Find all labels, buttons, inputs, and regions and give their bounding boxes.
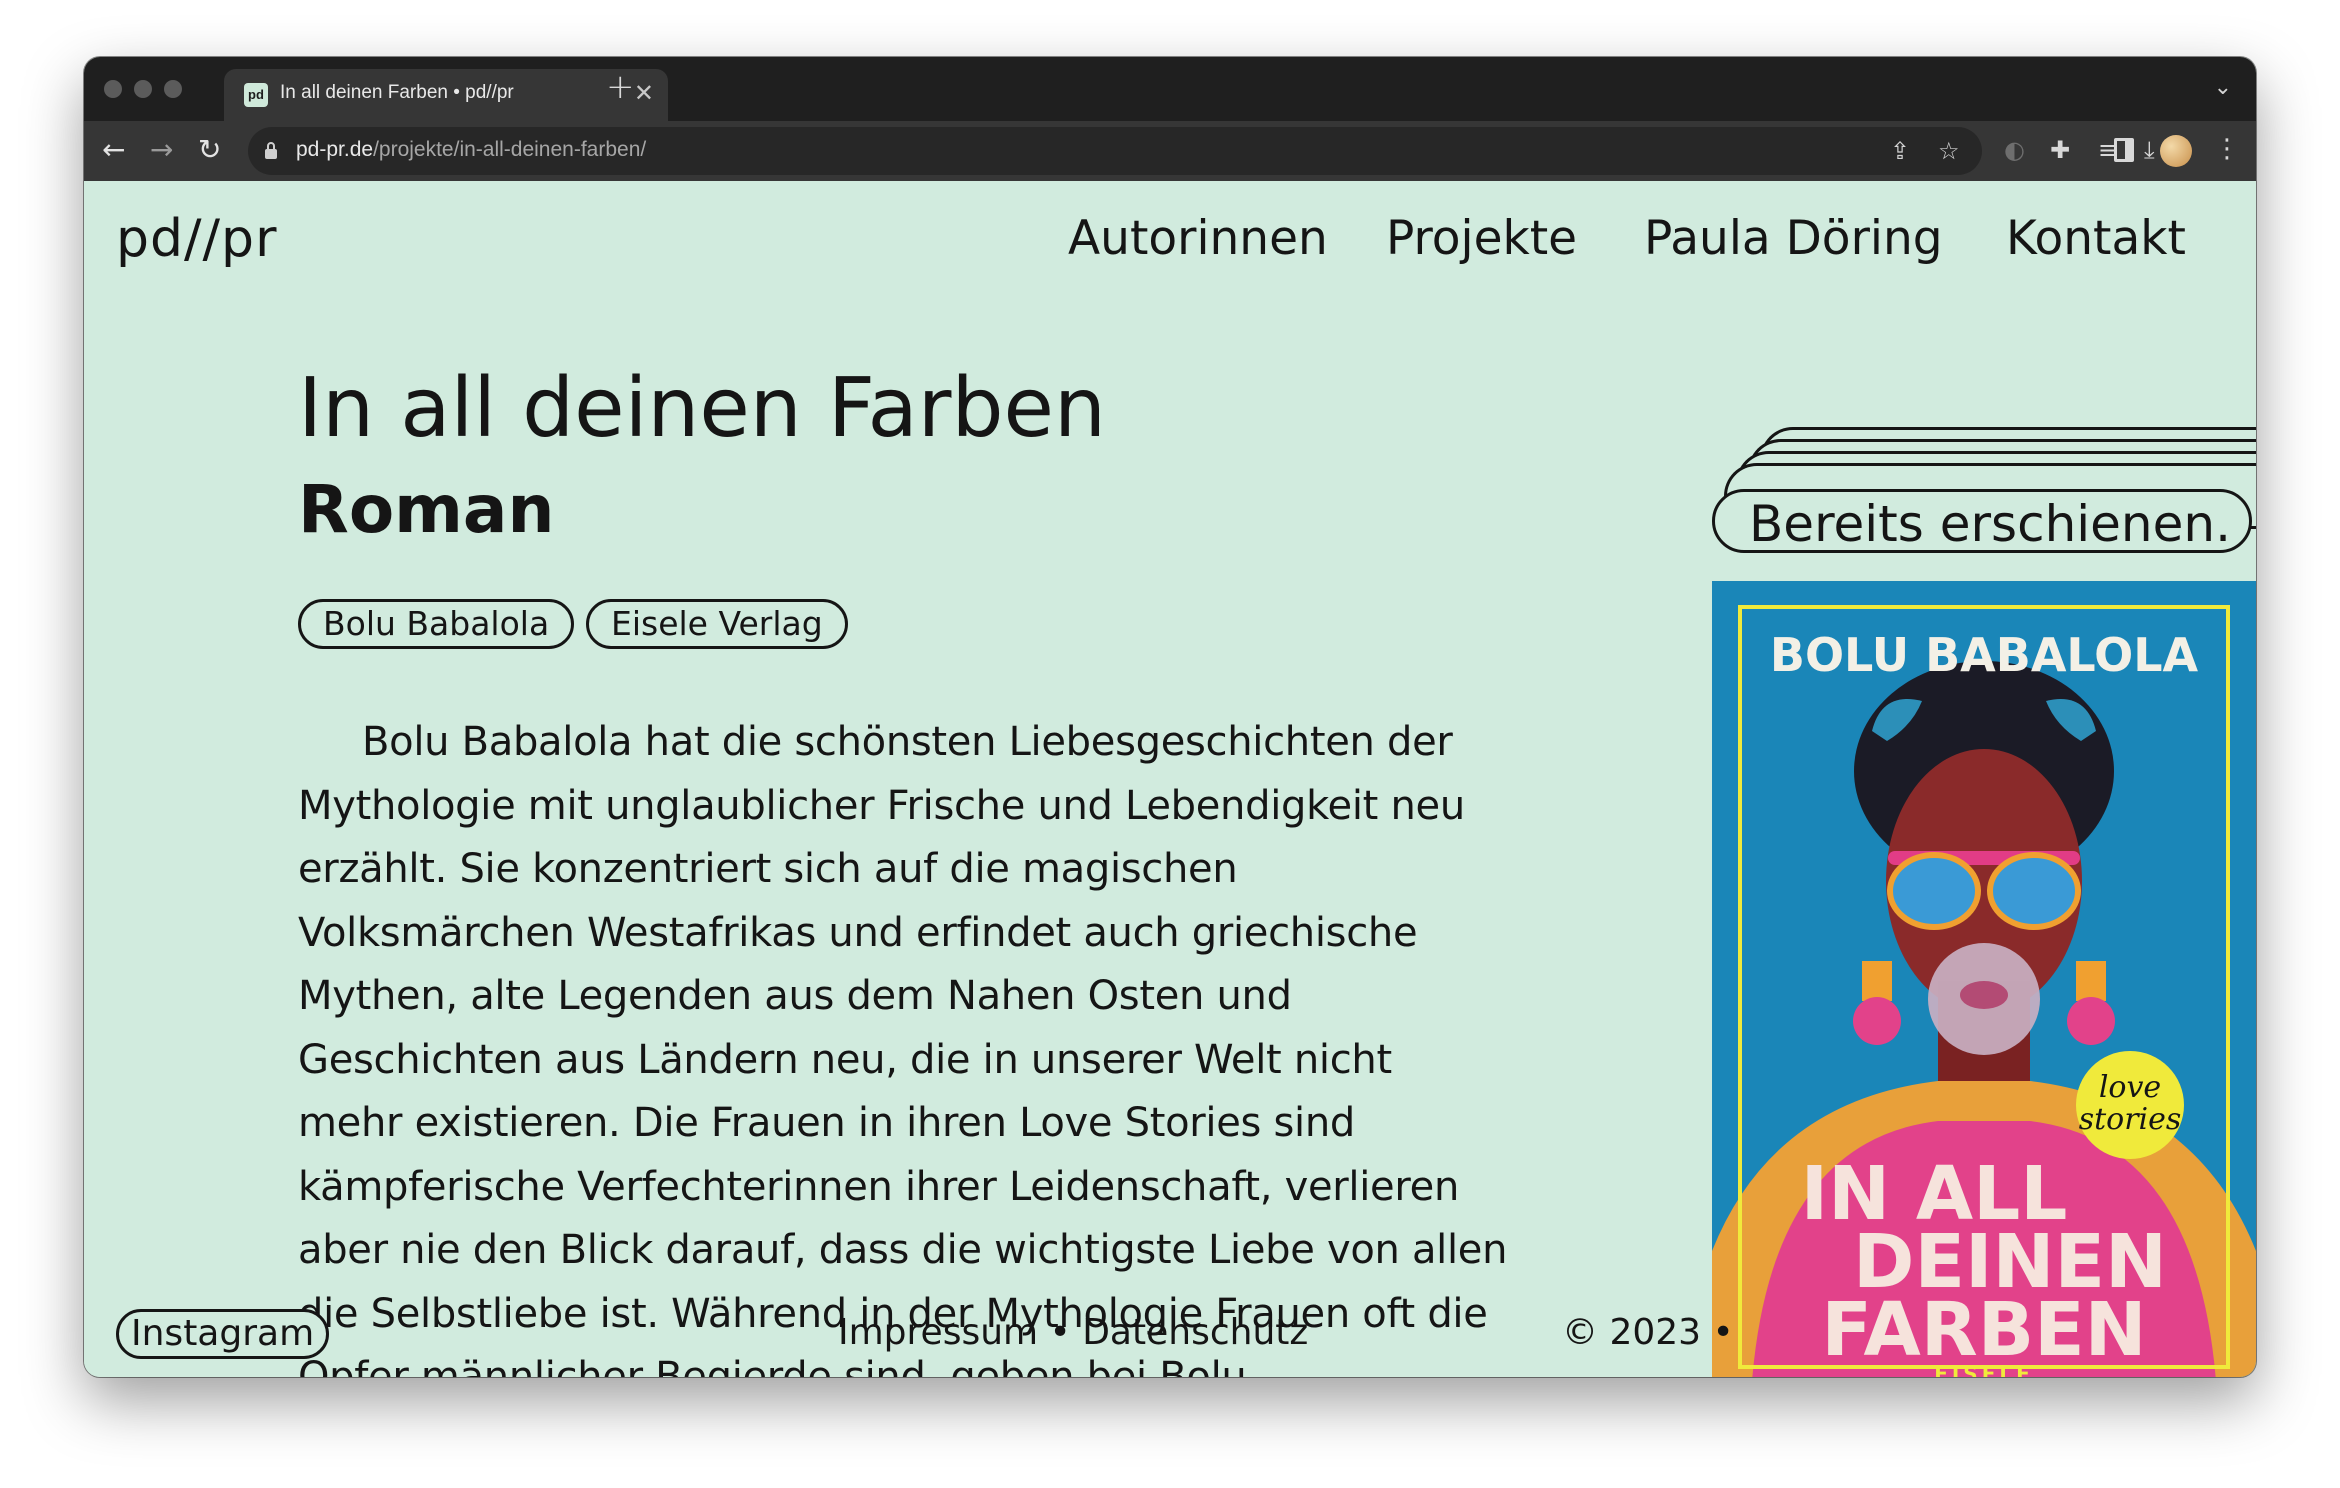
cover-sticker-line-2: stories: [2079, 1102, 2182, 1137]
nav-kontakt[interactable]: Kontakt: [2006, 211, 2186, 266]
tab-search-chevron-icon[interactable]: ⌄: [2214, 75, 2232, 100]
back-icon[interactable]: ←: [102, 133, 125, 167]
browser-window: pd In all deinen Farben • pd//pr ✕ + ⌄ ←…: [84, 57, 2256, 1377]
browser-toolbar: ← → ↻ pd-pr.de/projekte/in-all-deinen-fa…: [84, 121, 2256, 181]
page-content: pd//pr Autorinnen Projekte Paula Döring …: [84, 181, 2256, 1377]
star-icon[interactable]: ☆: [1938, 137, 1960, 165]
nav-paula-doering[interactable]: Paula Döring: [1644, 211, 1943, 266]
tab-bar: pd In all deinen Farben • pd//pr ✕ + ⌄: [84, 57, 2256, 121]
tab-close-icon[interactable]: ✕: [634, 79, 654, 107]
url-host: pd-pr.de: [296, 138, 374, 161]
cover-sticker-line-1: love: [2099, 1070, 2161, 1105]
tag-author[interactable]: Bolu Babalola: [298, 599, 575, 649]
reload-icon[interactable]: ↻: [198, 133, 221, 167]
minimize-window-dot[interactable]: [134, 80, 152, 98]
lock-icon[interactable]: [264, 141, 278, 160]
footer-copyright: © 2023 •: [1562, 1312, 1734, 1353]
zoom-window-dot[interactable]: [164, 80, 182, 98]
cover-publisher: EISELE: [1934, 1362, 2034, 1377]
close-window-dot[interactable]: [104, 80, 122, 98]
sidepanel-icon[interactable]: [2114, 138, 2134, 162]
page-subtitle: Roman: [298, 471, 555, 548]
toolbar-right-cluster: ⋮: [2096, 121, 2256, 181]
status-badge: Bereits erschienen.: [1712, 489, 2252, 553]
cover-title-line-3: FARBEN: [1821, 1287, 2146, 1373]
new-tab-icon[interactable]: +: [606, 69, 635, 105]
tab-favicon: pd: [244, 83, 268, 107]
nav-autorinnen[interactable]: Autorinnen: [1068, 211, 1328, 266]
puzzle-icon[interactable]: ✚: [2050, 136, 2070, 164]
book-cover[interactable]: BOLU BABALOLA love stories IN ALL DEINEN…: [1712, 581, 2256, 1377]
address-bar[interactable]: pd-pr.de/projekte/in-all-deinen-farben/ …: [248, 127, 1982, 175]
active-tab[interactable]: pd In all deinen Farben • pd//pr ✕: [224, 69, 668, 121]
cover-author: BOLU BABALOLA: [1770, 628, 2199, 682]
share-icon[interactable]: ⇪: [1890, 137, 1910, 165]
url-path: /projekte/in-all-deinen-farben/: [373, 138, 647, 161]
tab-title: In all deinen Farben • pd//pr: [280, 82, 514, 103]
site-logo[interactable]: pd//pr: [116, 209, 277, 269]
nav-projekte[interactable]: Projekte: [1386, 211, 1577, 266]
profile-avatar[interactable]: [2160, 135, 2192, 167]
project-description: Bolu Babalola hat die schönsten Liebesge…: [298, 719, 1508, 1377]
extension-icon[interactable]: ◐: [2004, 136, 2025, 164]
footer-instagram-link[interactable]: Instagram: [116, 1309, 330, 1359]
url-text: pd-pr.de/projekte/in-all-deinen-farben/: [296, 138, 646, 162]
menu-icon[interactable]: ⋮: [2214, 133, 2240, 165]
forward-icon[interactable]: →: [150, 133, 173, 167]
footer-legal-links[interactable]: Impressum • Datenschutz: [838, 1309, 1308, 1357]
page-title: In all deinen Farben: [298, 361, 1106, 456]
tag-publisher[interactable]: Eisele Verlag: [586, 599, 848, 649]
